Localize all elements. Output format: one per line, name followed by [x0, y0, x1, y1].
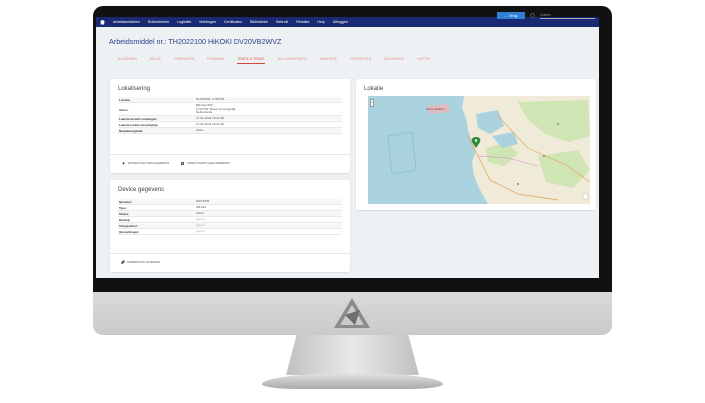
- lokalisering-title: Lokalisering: [118, 86, 151, 92]
- nav-item-certificaten[interactable]: Certificaten: [224, 20, 242, 24]
- row-value: (geen): [196, 217, 205, 221]
- location-map[interactable]: + - Marker Wadden: [368, 96, 590, 204]
- tab-meldingen[interactable]: MELDINGEN: [384, 57, 404, 64]
- tab-keuze[interactable]: KEUZE: [150, 57, 161, 64]
- map-label: Marker Wadden: [426, 108, 445, 111]
- row-value: Bijlmaat 666 1723 PW, Broek op Langedijk…: [196, 103, 236, 115]
- row-key: Nauwkeurigheid:: [119, 129, 144, 133]
- row-key: Type:: [119, 206, 127, 210]
- row-value: 27-01-2023 15:21:08: [196, 122, 224, 126]
- row-value: 27-01-2023 15:21:08: [196, 116, 224, 120]
- row-key: Status:: [119, 212, 130, 216]
- row-key: Nummer:: [119, 200, 133, 204]
- tab-gebruiker[interactable]: GEBRUIKER: [174, 57, 194, 64]
- nav-item-arbeidsmiddelen[interactable]: Arbeidsmiddelen: [113, 20, 140, 24]
- map-zoom-control[interactable]: + -: [370, 99, 374, 108]
- download-history-label: DOWNLOAD GESCHIEDENIS: [128, 161, 170, 165]
- pencil-icon: [120, 260, 125, 264]
- device-table: Nummer: 20071666 Type: GB 914 Status: Ac…: [118, 199, 342, 235]
- tab-notitie[interactable]: NOTITIE: [417, 57, 430, 64]
- page-header: Arbeidsmiddel nr.: TH2022100 HiKOKI DV20…: [96, 27, 599, 47]
- monitor-stand-neck: [286, 335, 419, 375]
- nav-item-relaties[interactable]: Relaties: [296, 20, 309, 24]
- home-icon[interactable]: [100, 19, 105, 25]
- lokalisering-table: Locatie: 52.878230, 4.755781 Adres: Bijl…: [118, 97, 342, 134]
- open-map-history-label: OPEN KAART GESCHIEDENIS: [187, 161, 230, 165]
- row-value: 20071666: [196, 199, 210, 203]
- tab-bar: ALGEMEEN KEUZE GEBRUIKER PLANNING TRACK …: [118, 57, 444, 64]
- device-card: Device gegevens Nummer: 20071666 Type: G…: [110, 180, 350, 272]
- nav-item-logistiek[interactable]: Logistiek: [177, 20, 191, 24]
- lokatie-title: Lokatie: [364, 86, 384, 92]
- monitor-mockup: Arbeidsmiddelen Rollenbeheer Logistiek M…: [0, 0, 705, 403]
- device-actions: OPMERKING WIJZIGEN: [120, 260, 172, 264]
- brand-logo-icon: [334, 298, 370, 328]
- row-value: Actief: [196, 211, 204, 215]
- row-key: Batterij:: [119, 218, 131, 222]
- row-value: (geen): [196, 229, 205, 233]
- map-canvas: [368, 96, 590, 204]
- edit-remark-button[interactable]: OPMERKING WIJZIGEN: [120, 260, 161, 264]
- monitor-stand-foot: [262, 373, 443, 389]
- row-key: Locatie:: [119, 98, 131, 102]
- tab-bijlagen-taken[interactable]: BIJ-LAGEN/TAKEN: [278, 57, 308, 64]
- row-key: Adres:: [119, 108, 129, 112]
- nav-item-meldingen[interactable]: Meldingen: [199, 20, 216, 24]
- gear-icon[interactable]: [530, 13, 535, 18]
- row-key: Laatste locatie bevestiging:: [119, 123, 159, 127]
- tab-track-trace[interactable]: TRACK & TRACE: [237, 57, 265, 64]
- nav-item-help[interactable]: Help: [317, 20, 324, 24]
- download-history-button[interactable]: DOWNLOAD GESCHIEDENIS: [122, 161, 169, 165]
- device-title: Device gegevens: [118, 187, 165, 193]
- divider: [110, 154, 350, 155]
- nav-item-uitloggen[interactable]: Uitloggen: [333, 20, 348, 24]
- tab-montage[interactable]: MONTAGE: [320, 57, 337, 64]
- zoom-out-button[interactable]: -: [371, 104, 373, 108]
- lokalisering-actions: DOWNLOAD GESCHIEDENIS OPEN KAART GESCHIE…: [122, 161, 242, 165]
- row-key: Opmerkingen:: [119, 230, 140, 234]
- open-map-history-button[interactable]: OPEN KAART GESCHIEDENIS: [181, 161, 230, 165]
- row-value: (geen): [196, 223, 205, 227]
- tab-algemeen[interactable]: ALGEMEEN: [118, 57, 137, 64]
- nav-item-rollenbeheer[interactable]: Rollenbeheer: [148, 20, 169, 24]
- nav-item-gebruik[interactable]: Gebruik: [276, 20, 289, 24]
- nav-item-bibliotheek[interactable]: Bibliotheek: [250, 20, 268, 24]
- row-value: GB 914: [196, 205, 207, 209]
- lokalisering-card: Lokalisering Locatie: 52.878230, 4.75578…: [110, 79, 350, 173]
- table-row: Adres: Bijlmaat 666 1723 PW, Broek op La…: [118, 103, 342, 116]
- download-icon: [122, 161, 125, 165]
- search-input[interactable]: Zoeken: [540, 13, 595, 19]
- address-line: Netherlands: [196, 110, 213, 115]
- table-row: Nauwkeurigheid: 100m: [118, 128, 342, 134]
- page-title: Arbeidsmiddel nr.: TH2022100 HiKOKI DV20…: [109, 37, 282, 46]
- row-key: Temperatuur:: [119, 224, 139, 228]
- back-button[interactable]: ← Terug: [497, 12, 525, 19]
- tab-planning[interactable]: PLANNING: [207, 57, 224, 64]
- edit-remark-label: OPMERKING WIJZIGEN: [126, 260, 161, 264]
- map-icon: [181, 161, 185, 165]
- row-value: 52.878230, 4.755781: [196, 97, 225, 101]
- tab-controles[interactable]: CONTROLES: [350, 57, 371, 64]
- divider: [110, 253, 350, 254]
- row-key: Laatste bericht ontvangen:: [119, 117, 158, 121]
- table-row: Opmerkingen: (geen): [118, 229, 342, 235]
- row-value: 100m: [196, 128, 204, 132]
